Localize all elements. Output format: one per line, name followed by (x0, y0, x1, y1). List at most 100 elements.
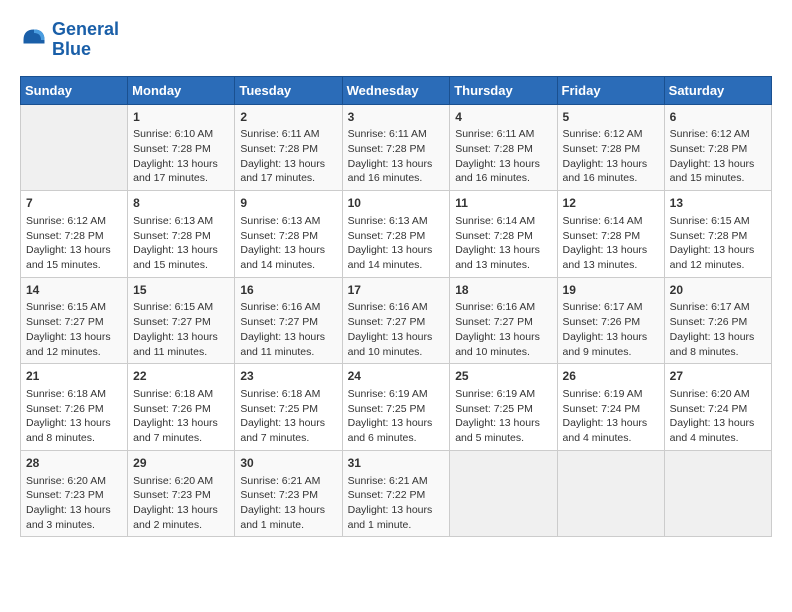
day-number: 5 (563, 109, 659, 126)
calendar-cell: 20Sunrise: 6:17 AM Sunset: 7:26 PM Dayli… (664, 277, 771, 364)
calendar-header: SundayMondayTuesdayWednesdayThursdayFrid… (21, 76, 772, 104)
calendar-table: SundayMondayTuesdayWednesdayThursdayFrid… (20, 76, 772, 538)
calendar-cell: 16Sunrise: 6:16 AM Sunset: 7:27 PM Dayli… (235, 277, 342, 364)
calendar-cell: 3Sunrise: 6:11 AM Sunset: 7:28 PM Daylig… (342, 104, 450, 191)
calendar-cell: 5Sunrise: 6:12 AM Sunset: 7:28 PM Daylig… (557, 104, 664, 191)
day-number: 3 (348, 109, 445, 126)
calendar-cell (450, 450, 557, 537)
day-number: 25 (455, 368, 551, 385)
calendar-week-2: 7Sunrise: 6:12 AM Sunset: 7:28 PM Daylig… (21, 191, 772, 278)
day-number: 10 (348, 195, 445, 212)
day-info: Sunrise: 6:14 AM Sunset: 7:28 PM Dayligh… (563, 214, 659, 273)
day-number: 29 (133, 455, 229, 472)
day-number: 11 (455, 195, 551, 212)
calendar-body: 1Sunrise: 6:10 AM Sunset: 7:28 PM Daylig… (21, 104, 772, 537)
day-info: Sunrise: 6:21 AM Sunset: 7:22 PM Dayligh… (348, 474, 445, 533)
calendar-cell (664, 450, 771, 537)
day-info: Sunrise: 6:12 AM Sunset: 7:28 PM Dayligh… (670, 127, 766, 186)
day-number: 16 (240, 282, 336, 299)
day-info: Sunrise: 6:19 AM Sunset: 7:25 PM Dayligh… (348, 387, 445, 446)
day-info: Sunrise: 6:19 AM Sunset: 7:24 PM Dayligh… (563, 387, 659, 446)
day-info: Sunrise: 6:18 AM Sunset: 7:26 PM Dayligh… (26, 387, 122, 446)
calendar-cell (557, 450, 664, 537)
day-number: 31 (348, 455, 445, 472)
calendar-cell: 1Sunrise: 6:10 AM Sunset: 7:28 PM Daylig… (128, 104, 235, 191)
day-number: 23 (240, 368, 336, 385)
day-number: 12 (563, 195, 659, 212)
calendar-cell: 23 Sunrise: 6:18 AM Sunset: 7:25 PM Dayli… (235, 364, 342, 451)
day-number: 28 (26, 455, 122, 472)
day-info: Sunrise: 6:17 AM Sunset: 7:26 PM Dayligh… (670, 300, 766, 359)
day-info: Sunrise: 6:13 AM Sunset: 7:28 PM Dayligh… (240, 214, 336, 273)
day-info: Sunrise: 6:15 AM Sunset: 7:27 PM Dayligh… (133, 300, 229, 359)
calendar-week-4: 21 Sunrise: 6:18 AM Sunset: 7:26 PM Dayli… (21, 364, 772, 451)
calendar-cell: 14Sunrise: 6:15 AM Sunset: 7:27 PM Dayli… (21, 277, 128, 364)
day-number: 6 (670, 109, 766, 126)
calendar-cell: 4Sunrise: 6:11 AM Sunset: 7:28 PM Daylig… (450, 104, 557, 191)
calendar-cell: 21 Sunrise: 6:18 AM Sunset: 7:26 PM Dayli… (21, 364, 128, 451)
day-number: 13 (670, 195, 766, 212)
day-info: Sunrise: 6:17 AM Sunset: 7:26 PM Dayligh… (563, 300, 659, 359)
day-number: 15 (133, 282, 229, 299)
calendar-cell: 18Sunrise: 6:16 AM Sunset: 7:27 PM Dayli… (450, 277, 557, 364)
page-header: General Blue (20, 20, 772, 60)
day-info: Sunrise: 6:13 AM Sunset: 7:28 PM Dayligh… (133, 214, 229, 273)
calendar-cell (21, 104, 128, 191)
calendar-cell: 10Sunrise: 6:13 AM Sunset: 7:28 PM Dayli… (342, 191, 450, 278)
logo-text: General Blue (52, 20, 119, 60)
day-number: 17 (348, 282, 445, 299)
logo: General Blue (20, 20, 119, 60)
day-number: 2 (240, 109, 336, 126)
calendar-cell: 11Sunrise: 6:14 AM Sunset: 7:28 PM Dayli… (450, 191, 557, 278)
calendar-cell: 12 Sunrise: 6:14 AM Sunset: 7:28 PM Dayli… (557, 191, 664, 278)
day-info: Sunrise: 6:10 AM Sunset: 7:28 PM Dayligh… (133, 127, 229, 186)
calendar-week-1: 1Sunrise: 6:10 AM Sunset: 7:28 PM Daylig… (21, 104, 772, 191)
day-info: Sunrise: 6:12 AM Sunset: 7:28 PM Dayligh… (26, 214, 122, 273)
day-info: Sunrise: 6:16 AM Sunset: 7:27 PM Dayligh… (240, 300, 336, 359)
calendar-cell: 13 Sunrise: 6:15 AM Sunset: 7:28 PM Dayli… (664, 191, 771, 278)
day-number: 14 (26, 282, 122, 299)
day-number: 18 (455, 282, 551, 299)
day-number: 26 (563, 368, 659, 385)
weekday-header-tuesday: Tuesday (235, 76, 342, 104)
weekday-header-sunday: Sunday (21, 76, 128, 104)
calendar-cell: 6Sunrise: 6:12 AM Sunset: 7:28 PM Daylig… (664, 104, 771, 191)
day-number: 19 (563, 282, 659, 299)
day-info: Sunrise: 6:16 AM Sunset: 7:27 PM Dayligh… (348, 300, 445, 359)
day-number: 27 (670, 368, 766, 385)
logo-icon (20, 26, 48, 54)
calendar-cell: 25 Sunrise: 6:19 AM Sunset: 7:25 PM Dayli… (450, 364, 557, 451)
day-info: Sunrise: 6:15 AM Sunset: 7:28 PM Dayligh… (670, 214, 766, 273)
calendar-cell: 22 Sunrise: 6:18 AM Sunset: 7:26 PM Dayli… (128, 364, 235, 451)
calendar-cell: 17Sunrise: 6:16 AM Sunset: 7:27 PM Dayli… (342, 277, 450, 364)
day-number: 24 (348, 368, 445, 385)
calendar-cell: 26 Sunrise: 6:19 AM Sunset: 7:24 PM Dayli… (557, 364, 664, 451)
day-info: Sunrise: 6:18 AM Sunset: 7:25 PM Dayligh… (240, 387, 336, 446)
day-number: 21 (26, 368, 122, 385)
calendar-cell: 24 Sunrise: 6:19 AM Sunset: 7:25 PM Dayli… (342, 364, 450, 451)
day-info: Sunrise: 6:19 AM Sunset: 7:25 PM Dayligh… (455, 387, 551, 446)
day-number: 30 (240, 455, 336, 472)
weekday-header-friday: Friday (557, 76, 664, 104)
calendar-cell: 7Sunrise: 6:12 AM Sunset: 7:28 PM Daylig… (21, 191, 128, 278)
day-info: Sunrise: 6:11 AM Sunset: 7:28 PM Dayligh… (240, 127, 336, 186)
day-info: Sunrise: 6:15 AM Sunset: 7:27 PM Dayligh… (26, 300, 122, 359)
day-info: Sunrise: 6:16 AM Sunset: 7:27 PM Dayligh… (455, 300, 551, 359)
calendar-cell: 31 Sunrise: 6:21 AM Sunset: 7:22 PM Dayli… (342, 450, 450, 537)
calendar-cell: 19Sunrise: 6:17 AM Sunset: 7:26 PM Dayli… (557, 277, 664, 364)
calendar-cell: 9 Sunrise: 6:13 AM Sunset: 7:28 PM Daylig… (235, 191, 342, 278)
day-number: 9 (240, 195, 336, 212)
calendar-cell: 2Sunrise: 6:11 AM Sunset: 7:28 PM Daylig… (235, 104, 342, 191)
day-number: 4 (455, 109, 551, 126)
day-info: Sunrise: 6:21 AM Sunset: 7:23 PM Dayligh… (240, 474, 336, 533)
calendar-cell: 8Sunrise: 6:13 AM Sunset: 7:28 PM Daylig… (128, 191, 235, 278)
day-info: Sunrise: 6:12 AM Sunset: 7:28 PM Dayligh… (563, 127, 659, 186)
day-number: 22 (133, 368, 229, 385)
calendar-cell: 29Sunrise: 6:20 AM Sunset: 7:23 PM Dayli… (128, 450, 235, 537)
day-info: Sunrise: 6:18 AM Sunset: 7:26 PM Dayligh… (133, 387, 229, 446)
calendar-week-5: 28Sunrise: 6:20 AM Sunset: 7:23 PM Dayli… (21, 450, 772, 537)
calendar-cell: 15Sunrise: 6:15 AM Sunset: 7:27 PM Dayli… (128, 277, 235, 364)
weekday-header-monday: Monday (128, 76, 235, 104)
day-info: Sunrise: 6:20 AM Sunset: 7:24 PM Dayligh… (670, 387, 766, 446)
calendar-week-3: 14Sunrise: 6:15 AM Sunset: 7:27 PM Dayli… (21, 277, 772, 364)
